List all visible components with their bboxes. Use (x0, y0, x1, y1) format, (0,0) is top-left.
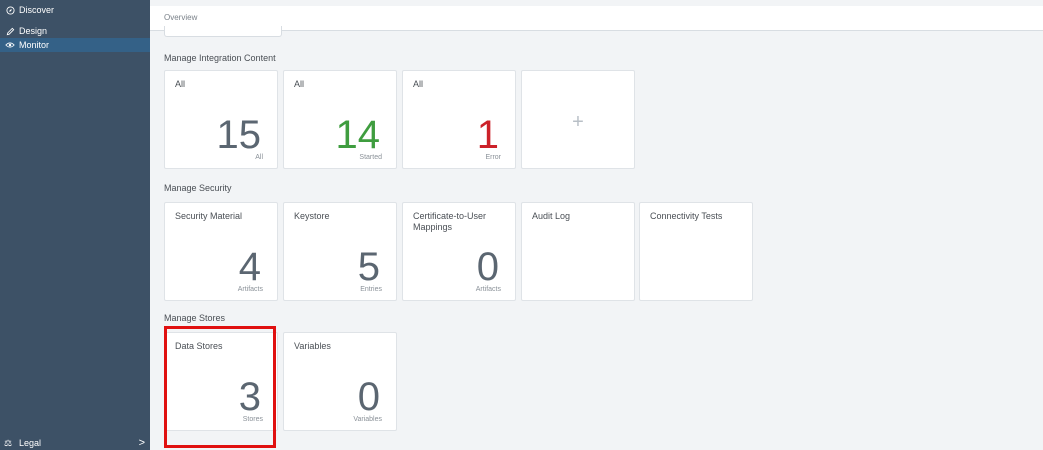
tile-integration-all[interactable]: All 15 All (164, 70, 278, 169)
eye-icon (4, 41, 16, 49)
plus-icon: + (572, 111, 584, 133)
compass-icon (4, 5, 16, 15)
tile-title: Security Material (175, 211, 243, 221)
tile-unit: Entries (360, 286, 382, 293)
sidebar-item-label: Monitor (19, 40, 50, 50)
sidebar-item-discover[interactable]: Discover (0, 3, 150, 17)
sidebar-item-monitor[interactable]: Monitor (0, 38, 150, 52)
legal-icon: ⚖ (4, 437, 13, 448)
tile-security-material[interactable]: Security Material 4 Artifacts (164, 202, 278, 301)
tile-title: All (413, 79, 424, 89)
tile-title: Connectivity Tests (650, 211, 723, 221)
main-content: Overview Manage Integration Content All … (150, 0, 1043, 450)
tile-title: Variables (294, 341, 331, 351)
section-title-stores: Manage Stores (164, 313, 226, 323)
breadcrumb[interactable]: Overview (164, 13, 197, 22)
tile-keystore[interactable]: Keystore 5 Entries (283, 202, 397, 301)
highlight-box (164, 326, 276, 448)
chevron-right-icon: > (138, 437, 145, 449)
tile-count: 0 (476, 245, 499, 289)
tile-unit: Started (359, 154, 382, 161)
tile-audit-log[interactable]: Audit Log (521, 202, 635, 301)
tile-title: All (175, 79, 186, 89)
sidebar-item-design[interactable]: Design (0, 24, 150, 38)
tile-title: Keystore (294, 211, 330, 221)
tile-count: 0 (357, 375, 380, 419)
tile-title: All (294, 79, 305, 89)
header-bar: Overview (150, 6, 1043, 31)
section-title-integration: Manage Integration Content (164, 53, 276, 63)
tile-unit: Variables (353, 416, 382, 423)
tile-certificate-mappings[interactable]: Certificate-to-User Mappings 0 Artifacts (402, 202, 516, 301)
tile-unit: All (255, 154, 263, 161)
tile-count: 1 (476, 113, 499, 157)
sidebar-item-label: Discover (19, 5, 55, 15)
tile-title: Certificate-to-User Mappings (413, 211, 487, 232)
pencil-icon (4, 27, 16, 36)
sidebar-item-label: Design (19, 26, 48, 36)
tile-connectivity-tests[interactable]: Connectivity Tests (639, 202, 753, 301)
tile-integration-started[interactable]: All 14 Started (283, 70, 397, 169)
tile-count: 14 (335, 113, 381, 157)
sidebar-item-legal[interactable]: ⚖ Legal > (0, 436, 150, 450)
tile-title: Audit Log (532, 211, 571, 221)
tile-count: 15 (216, 113, 262, 157)
tile-count: 5 (357, 245, 380, 289)
tile-integration-error[interactable]: All 1 Error (402, 70, 516, 169)
tile-partial (164, 26, 282, 37)
tile-count: 4 (238, 245, 261, 289)
sidebar-item-label: Legal (19, 438, 42, 448)
sidebar: Discover Design Monitor ⚖ Legal > (0, 0, 150, 450)
add-tile-button[interactable]: + (521, 70, 635, 169)
section-title-security: Manage Security (164, 183, 232, 193)
tile-unit: Artifacts (475, 286, 501, 293)
tile-unit: Error (485, 154, 501, 161)
tile-unit: Artifacts (237, 286, 263, 293)
tile-variables[interactable]: Variables 0 Variables (283, 332, 397, 431)
